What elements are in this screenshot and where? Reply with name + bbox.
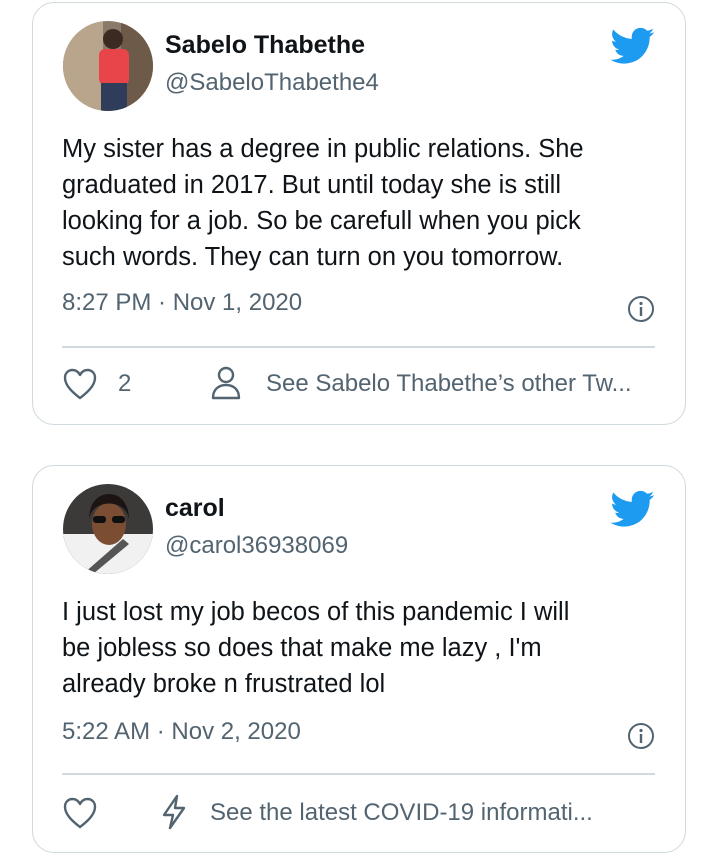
tweet-text: I just lost my job becos of this pandemi…: [62, 598, 570, 698]
divider: [62, 346, 655, 348]
tweet-timestamp[interactable]: 8:27 PM · Nov 1, 2020: [62, 289, 302, 317]
tweet-actions: See the latest COVID-19 informati...: [62, 794, 655, 834]
see-other-tweets-link[interactable]: See Sabelo Thabethe’s other Tw...: [266, 370, 632, 398]
avatar[interactable]: [63, 484, 153, 574]
twitter-bird-icon[interactable]: [611, 27, 655, 65]
lightning-icon[interactable]: [158, 794, 190, 830]
like-count: 2: [118, 370, 132, 397]
heart-icon[interactable]: [62, 796, 98, 830]
tweet-actions: 2 See Sabelo Thabethe’s other Tw...: [62, 365, 655, 405]
covid-info-link[interactable]: See the latest COVID-19 informati...: [210, 799, 593, 827]
twitter-bird-icon[interactable]: [611, 490, 655, 528]
info-icon[interactable]: [627, 722, 655, 750]
tweet-card[interactable]: Sabelo Thabethe @SabeloThabethe4 My sist…: [32, 2, 686, 425]
person-icon[interactable]: [210, 365, 242, 401]
tweet-timestamp[interactable]: 5:22 AM · Nov 2, 2020: [62, 718, 301, 746]
heart-icon[interactable]: [62, 367, 98, 401]
author-handle[interactable]: @SabeloThabethe4: [165, 69, 379, 97]
divider: [62, 773, 655, 775]
author-name[interactable]: carol: [165, 494, 225, 523]
info-icon[interactable]: [627, 295, 655, 323]
author-name[interactable]: Sabelo Thabethe: [165, 31, 365, 60]
author-handle[interactable]: @carol36938069: [165, 532, 348, 560]
avatar[interactable]: [63, 21, 153, 111]
tweet-text: My sister has a degree in public relatio…: [62, 135, 584, 271]
tweet-card[interactable]: carol @carol36938069 I just lost my job …: [32, 465, 686, 853]
